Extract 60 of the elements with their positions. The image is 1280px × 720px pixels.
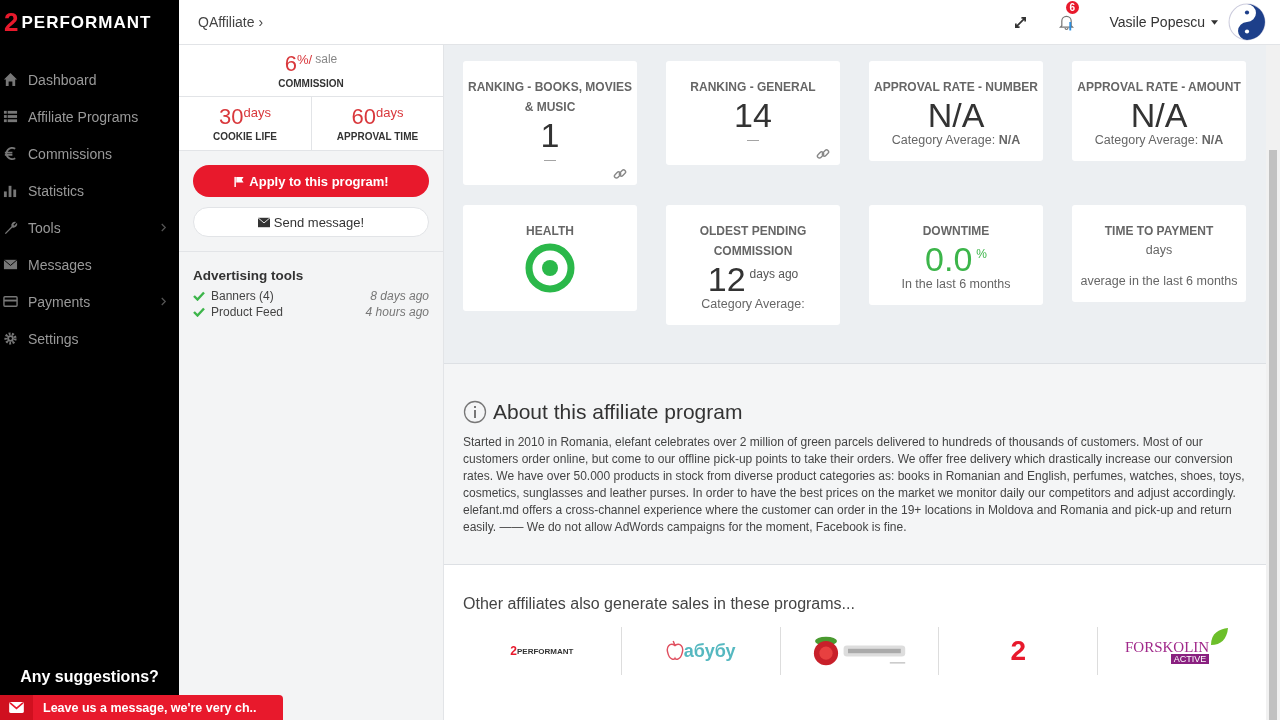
approval-time-tile: 60$^{days}$ APPROVAL TIME — [311, 97, 443, 151]
euro-icon — [3, 146, 18, 161]
chat-prompt: Leave us a message, we're very ch.. — [42, 700, 257, 715]
list-icon — [3, 109, 18, 124]
nav-item[interactable]: Settings — [0, 320, 179, 357]
stat-card: HEALTH — [463, 205, 637, 311]
stat-card: APPROVAL RATE - NUMBER N/A Category Average: N/A — [869, 61, 1043, 161]
nav-item[interactable]: Tools — [0, 209, 179, 246]
gear-icon — [3, 331, 18, 346]
tool-link[interactable]: Banners (4) — [211, 289, 371, 303]
commission-tile: 6$^{%/}$ sale COMMISSION — [179, 45, 443, 97]
send-message-button[interactable]: Send message! — [193, 207, 429, 237]
stat-card: RANKING - BOOKS, MOVIES & MUSIC 1 — — [463, 61, 637, 185]
program-logo[interactable]: 2 — [939, 627, 1099, 675]
mail-icon — [9, 702, 24, 713]
nav-item[interactable]: Payments — [0, 283, 179, 320]
timestamp: 8 days ago — [370, 289, 429, 303]
home-icon — [3, 72, 18, 87]
link-icon[interactable] — [613, 167, 627, 181]
chat-bar[interactable]: Leave us a message, we're very ch.. — [0, 695, 283, 720]
nav-item[interactable]: Affiliate Programs — [0, 98, 179, 135]
program-logo[interactable]: 2PERFORMANT — [463, 627, 622, 675]
nav-item[interactable]: Commissions — [0, 135, 179, 172]
nav-item[interactable]: Dashboard — [0, 61, 179, 98]
check-icon — [193, 291, 205, 301]
program-logo[interactable]: FORSKOLIN ACTIVE — [1098, 627, 1256, 675]
tool-link[interactable]: Product Feed — [211, 305, 366, 319]
expand-icon[interactable] — [1013, 15, 1027, 29]
stat-card: DOWNTIME 0.0% In the last 6 months — [869, 205, 1043, 305]
caret-icon[interactable] — [1211, 19, 1218, 25]
check-icon — [193, 307, 205, 317]
notification-badge: 6 — [1065, 1, 1080, 14]
apply-button[interactable]: Apply to this program! — [193, 165, 429, 197]
bell-icon[interactable] — [1058, 13, 1074, 31]
nav-item[interactable]: Statistics — [0, 172, 179, 209]
cookie-life-tile: 30$^{days}$ COOKIE LIFE — [179, 97, 311, 151]
timestamp: 4 hours ago — [365, 305, 429, 319]
suggestions-title: Any suggestions? — [20, 668, 159, 686]
section-title: Other affiliates also generate sales in these programs... — [463, 595, 855, 612]
logo[interactable]: 2 PERFORMANT — [0, 0, 179, 45]
card-icon — [3, 294, 18, 309]
health-target-icon — [525, 243, 575, 293]
stat-card: APPROVAL RATE - AMOUNT N/A Category Average: N/A — [1072, 61, 1246, 161]
stat-card: TIME TO PAYMENT days average in the last 6 months — [1072, 205, 1246, 302]
mail-icon — [3, 257, 18, 272]
breadcrumb[interactable]: QAffiliate › — [198, 14, 264, 30]
section-title: Advertising tools — [193, 268, 305, 283]
flag-icon — [233, 175, 246, 187]
program-description: Started in 2010 in Romania, elefant celebrates over 2 million of green parcels delivered to hundreds of thousands of customers. Most of our customers order online, but come to our offline pick-up points to take their orders. We offer free delivery which drastically increase our conversion rates. We have over 50.000 products in stock from diverse product categories as: books in Romanian and English, perfumes, watches, shoes, toys, cosmetics, sunglasses and leather purses. In order to have the best prices on the market we monitor daily our competitors and adjust accordingly. elefant.md offers a cross-channel experience where the customer can order in the 19+ locations in Moldova and Romania and pick-up and return easily. —— We do not allow AdWords campaigns for the moment, Facebook is fine. — [463, 434, 1246, 536]
scrollbar-thumb[interactable] — [1269, 150, 1277, 720]
bars-icon — [3, 183, 18, 198]
user-menu[interactable]: Vasile Popescu — [1109, 14, 1205, 30]
stat-card: RANKING - GENERAL 14 — — [666, 61, 840, 165]
wrench-icon — [3, 220, 18, 235]
avatar[interactable] — [1228, 3, 1266, 41]
info-icon — [463, 400, 487, 424]
link-icon[interactable] — [816, 147, 830, 161]
envelope-icon — [257, 216, 270, 228]
section-title: About this affiliate program — [493, 400, 743, 424]
nav-item[interactable]: Messages — [0, 246, 179, 283]
